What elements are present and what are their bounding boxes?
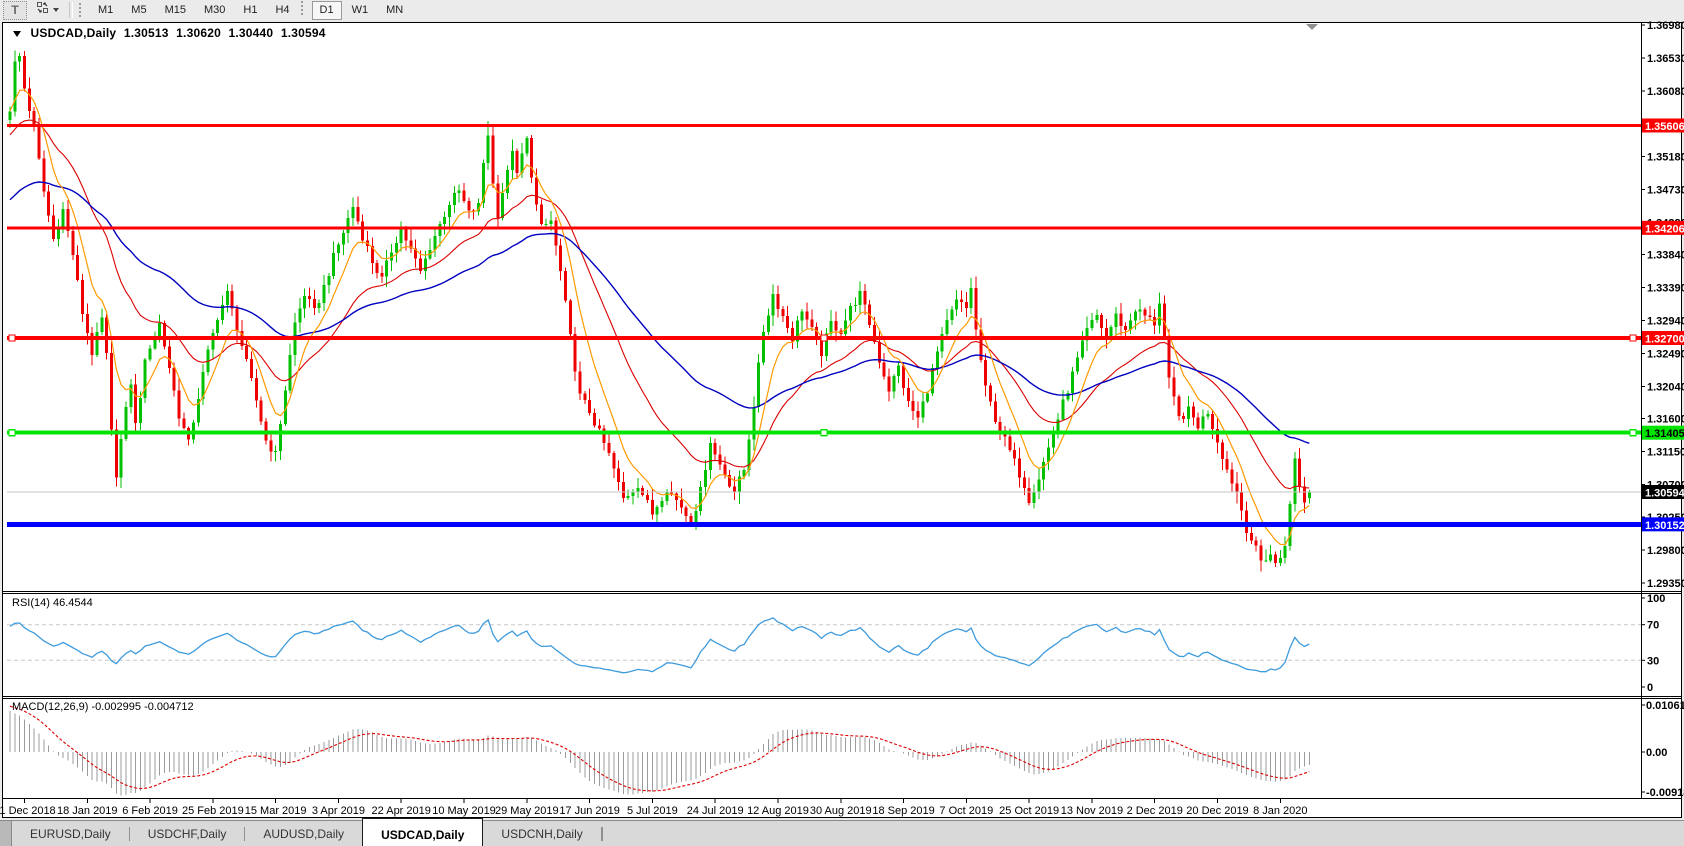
price-tick-label: 1.35180 (1647, 152, 1684, 164)
tab-audusd[interactable]: AUDUSD,Daily (245, 821, 362, 846)
date-tick-label: 10 May 2019 (432, 805, 496, 817)
price-tick-label: 1.36980 (1647, 20, 1684, 32)
date-tick-label: 17 Jun 2019 (559, 805, 620, 817)
rsi-axis-label: 0 (1647, 682, 1653, 694)
price-tick-label: 1.36530 (1647, 53, 1684, 65)
hline-handle[interactable] (1630, 430, 1636, 436)
rsi-axis-label: 30 (1647, 655, 1659, 667)
price-tick-label: 1.32490 (1647, 348, 1684, 360)
rsi-axis-label: 70 (1647, 620, 1659, 632)
date-tick-label: 5 Jul 2019 (627, 805, 678, 817)
hline-handle[interactable] (9, 335, 15, 341)
rsi-label: RSI(14) 46.4544 (12, 597, 93, 609)
date-tick-label: 30 Aug 2019 (810, 805, 872, 817)
ohlc-low: 1.30440 (229, 26, 274, 40)
hline-handle[interactable] (821, 335, 827, 341)
trading-terminal: T M1M5M15M30H1H4D1W1MN 1.369801.365301.3… (0, 0, 1684, 846)
date-tick-label: 24 Jul 2019 (687, 805, 744, 817)
date-tick-label: 18 Sep 2019 (872, 805, 934, 817)
macd-axis-label: 0.00 (1646, 747, 1667, 759)
price-tick-label: 1.34730 (1647, 185, 1684, 197)
macd-label: MACD(12,26,9) -0.002995 -0.004712 (12, 701, 194, 713)
price-tag-label: 1.35606 (1645, 121, 1684, 133)
tab-separator (602, 827, 603, 841)
ohlc-open: 1.30513 (124, 26, 169, 40)
date-tick-label: 7 Oct 2019 (939, 805, 993, 817)
date-tick-label: 2 Dec 2019 (1127, 805, 1183, 817)
date-tick-label: 29 May 2019 (495, 805, 559, 817)
macd-axis-label: -0.009181 (1646, 787, 1684, 799)
price-tag-label: 1.31405 (1645, 428, 1684, 440)
tab-eurusd[interactable]: EURUSD,Daily (12, 821, 129, 846)
date-tick-label: 8 Jan 2020 (1253, 805, 1307, 817)
price-tag-label: 1.30594 (1645, 488, 1684, 500)
date-tick-label: 3 Apr 2019 (312, 805, 365, 817)
price-tag-label: 1.34206 (1645, 223, 1684, 235)
date-tick-label: 31 Dec 2018 (0, 805, 56, 817)
price-tag-label: 1.30152 (1645, 520, 1684, 532)
date-tick-label: 25 Feb 2019 (182, 805, 244, 817)
price-tick-label: 1.32040 (1647, 381, 1684, 393)
price-tick-label: 1.29800 (1647, 545, 1684, 557)
price-tick-label: 1.31150 (1647, 446, 1684, 458)
tab-usdcad[interactable]: USDCAD,Daily (362, 818, 483, 846)
price-tick-label: 1.36080 (1647, 86, 1684, 98)
symbol-tabbar: EURUSD,DailyUSDCHF,DailyAUDUSD,DailyUSDC… (0, 820, 1684, 846)
date-tick-label: 20 Dec 2019 (1186, 805, 1248, 817)
price-tick-label: 1.33840 (1647, 250, 1684, 262)
hline-handle[interactable] (1630, 335, 1636, 341)
chart-canvas[interactable]: 1.369801.365301.360801.356301.351801.347… (0, 0, 1684, 846)
rsi-axis-label: 100 (1647, 593, 1665, 605)
date-tick-label: 18 Jan 2019 (57, 805, 118, 817)
hline-handle[interactable] (9, 430, 15, 436)
chart-collapse-icon[interactable] (13, 31, 21, 37)
tab-usdcnh[interactable]: USDCNH,Daily (483, 821, 600, 846)
price-tick-label: 1.31600 (1647, 413, 1684, 425)
chart-header: USDCAD,Daily 1.30513 1.30620 1.30440 1.3… (13, 26, 330, 40)
tabs-host: EURUSD,DailyUSDCHF,DailyAUDUSD,DailyUSDC… (12, 821, 603, 846)
date-tick-label: 25 Oct 2019 (999, 805, 1059, 817)
date-tick-label: 12 Aug 2019 (747, 805, 809, 817)
date-tick-label: 15 Mar 2019 (245, 805, 307, 817)
ohlc-close: 1.30594 (281, 26, 326, 40)
tab-stub[interactable] (0, 821, 12, 846)
ohlc-high: 1.30620 (176, 26, 221, 40)
date-tick-label: 6 Feb 2019 (122, 805, 178, 817)
date-tick-label: 22 Apr 2019 (372, 805, 431, 817)
price-tick-label: 1.32940 (1647, 315, 1684, 327)
price-tag-label: 1.32700 (1645, 333, 1684, 345)
date-tick-label: 13 Nov 2019 (1061, 805, 1123, 817)
tab-usdchf[interactable]: USDCHF,Daily (130, 821, 245, 846)
price-tick-label: 1.33390 (1647, 283, 1684, 295)
macd-axis-label: 0.010615 (1646, 700, 1684, 712)
chart-symbol: USDCAD,Daily (31, 26, 117, 40)
price-tick-label: 1.29350 (1647, 578, 1684, 590)
hline-handle[interactable] (821, 430, 827, 436)
